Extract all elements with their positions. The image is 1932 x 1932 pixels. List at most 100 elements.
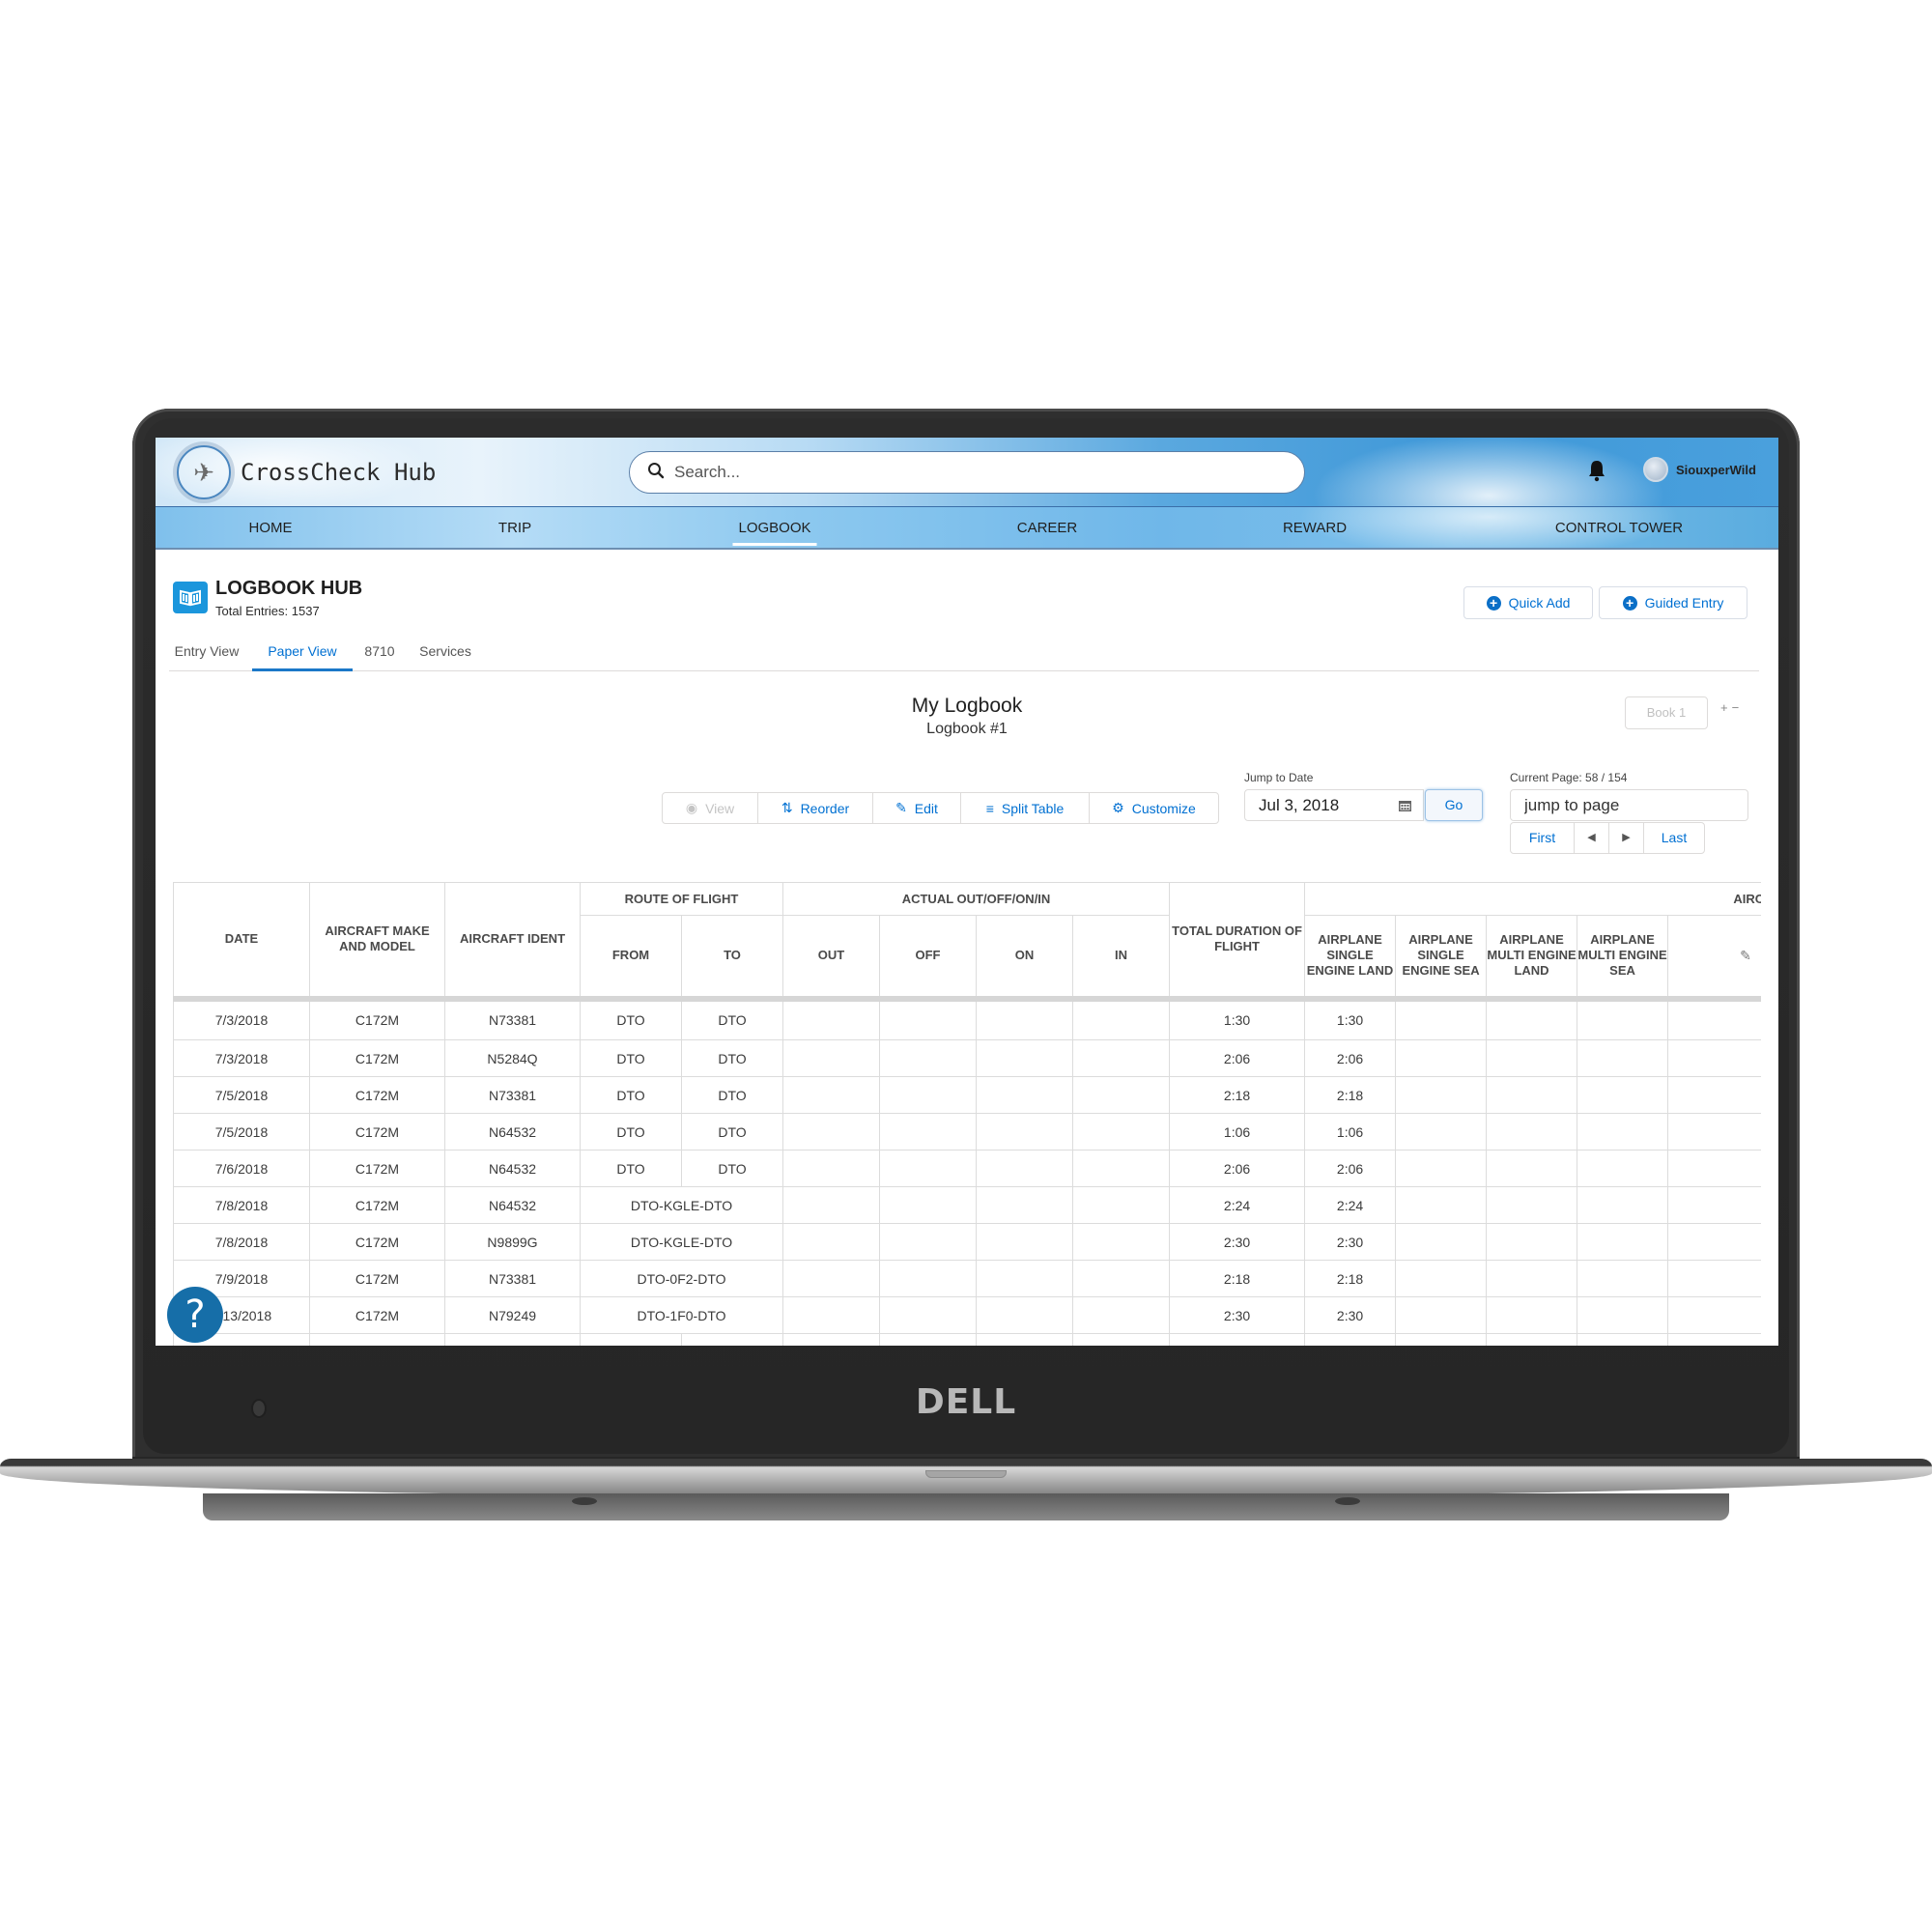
guided-entry-label: Guided Entry: [1644, 595, 1724, 611]
search-box[interactable]: [629, 451, 1305, 494]
tab-services[interactable]: Services: [414, 637, 476, 671]
last-page-button[interactable]: Last: [1644, 823, 1704, 853]
cell-off: [879, 1260, 977, 1297]
table-row[interactable]: 7/5/2018 C172M N73381 DTO DTO 2:18 2:18: [173, 1076, 1761, 1114]
header-total-duration: TOTAL DURATION OF FLIGHT: [1169, 882, 1306, 999]
cell-actions: [1667, 995, 1761, 1040]
table-row[interactable]: 7/8/2018 C172M N9899G DTO-KGLE-DTO 2:30 2:30: [173, 1223, 1761, 1261]
cell-off: [879, 1223, 977, 1261]
user-menu[interactable]: SiouxperWild: [1643, 457, 1756, 482]
screen: ✈ CrossCheck Hub SiouxperWild HOME TRIP …: [156, 438, 1778, 1346]
tab-entry-view[interactable]: Entry View: [169, 637, 244, 671]
add-book-button[interactable]: +: [1720, 700, 1732, 715]
cell-make-model: C172M: [309, 995, 445, 1040]
cell-ident: N73381: [444, 1260, 581, 1297]
cell-route: DTO-0F2-DTO: [580, 1260, 783, 1297]
jump-to-page-input[interactable]: [1510, 789, 1748, 821]
cell-empty: [1395, 1333, 1488, 1346]
nav-career[interactable]: CAREER: [1017, 507, 1078, 550]
nav-home[interactable]: HOME: [249, 507, 293, 550]
header-aircraft-category-group: AIRCRAFT CATEGO: [1304, 882, 1761, 916]
numbered-list-icon: ≡: [985, 800, 994, 816]
notification-bell-icon[interactable]: [1587, 459, 1606, 482]
laptop-base: [0, 1459, 1932, 1497]
edit-button[interactable]: ✎ Edit: [873, 793, 961, 823]
nav-reward[interactable]: REWARD: [1283, 507, 1347, 550]
cell-in: [1071, 1296, 1171, 1334]
remove-book-button[interactable]: −: [1732, 700, 1744, 715]
logbook-table: DATE AIRCRAFT MAKE AND MODEL AIRCRAFT ID…: [173, 882, 1761, 1346]
cell-ases: [1395, 1260, 1488, 1297]
cell-out: [782, 1150, 880, 1187]
cell-ases: [1395, 1113, 1488, 1151]
quick-add-button[interactable]: + Quick Add: [1463, 586, 1593, 619]
edit-label: Edit: [914, 800, 938, 816]
split-table-label: Split Table: [1001, 800, 1065, 816]
cell-from: DTO: [580, 1150, 682, 1187]
split-table-button[interactable]: ≡ Split Table: [961, 793, 1090, 823]
cell-asel: 1:06: [1304, 1113, 1397, 1151]
header-to: TO: [681, 915, 783, 999]
cell-to: DTO: [681, 1113, 783, 1151]
cell-to: DTO: [681, 1150, 783, 1187]
cell-off: [879, 1039, 977, 1077]
cell-empty: [1071, 1333, 1171, 1346]
header-ames: AIRPLANE MULTI ENGINE SEA: [1577, 915, 1669, 999]
tab-paper-view[interactable]: Paper View: [252, 637, 353, 671]
cell-total-duration: 2:30: [1169, 1223, 1306, 1261]
rubber-foot: [1335, 1497, 1360, 1505]
app-logo[interactable]: ✈ CrossCheck Hub: [177, 445, 436, 499]
nav-trip[interactable]: TRIP: [498, 507, 531, 550]
cell-asel: 2:06: [1304, 1150, 1397, 1187]
cell-out: [782, 1296, 880, 1334]
table-row[interactable]: 7/9/2018 C172M N73381 DTO-0F2-DTO 2:18 2:18: [173, 1260, 1761, 1297]
book-selector[interactable]: Book 1: [1625, 696, 1708, 729]
cell-date: 7/5/2018: [173, 1113, 310, 1151]
cell-off: [879, 995, 977, 1040]
table-row[interactable]: 7/3/2018 C172M N73381 DTO DTO 1:30 1:30: [173, 995, 1761, 1040]
cell-amel: [1486, 1296, 1578, 1334]
pencil-icon: ✎: [1740, 947, 1751, 963]
table-row[interactable]: 7/6/2018 C172M N64532 DTO DTO 2:06 2:06: [173, 1150, 1761, 1187]
cell-ases: [1395, 1150, 1488, 1187]
cell-out: [782, 995, 880, 1040]
guided-entry-button[interactable]: + Guided Entry: [1599, 586, 1747, 619]
cell-amel: [1486, 1223, 1578, 1261]
cell-in: [1071, 1186, 1171, 1224]
table-row[interactable]: 7/3/2018 C172M N5284Q DTO DTO 2:06 2:06: [173, 1039, 1761, 1077]
cell-in: [1071, 1076, 1171, 1114]
cell-ident: N5284Q: [444, 1039, 581, 1077]
cell-ident: N73381: [444, 995, 581, 1040]
table-row[interactable]: 7/13/2018 C172M N79249 DTO-1F0-DTO 2:30 2:30: [173, 1296, 1761, 1334]
view-button[interactable]: ◉ View: [663, 793, 758, 823]
date-field[interactable]: Jul 3, 2018: [1244, 789, 1424, 821]
edit-columns-button[interactable]: ✎: [1667, 915, 1761, 999]
go-button[interactable]: Go: [1425, 789, 1483, 821]
cell-total-duration: 2:24: [1169, 1186, 1306, 1224]
cell-total-duration: 2:06: [1169, 1039, 1306, 1077]
cell-ases: [1395, 1186, 1488, 1224]
next-page-button[interactable]: ▶: [1609, 823, 1644, 853]
help-button[interactable]: ?: [167, 1287, 223, 1343]
first-page-button[interactable]: First: [1511, 823, 1575, 853]
cell-make-model: C172M: [309, 1186, 445, 1224]
reorder-button[interactable]: ⇅ Reorder: [758, 793, 873, 823]
customize-button[interactable]: ⚙ Customize: [1090, 793, 1218, 823]
tab-8710[interactable]: 8710: [360, 637, 399, 671]
nav-logbook[interactable]: LOGBOOK: [732, 507, 817, 550]
nav-control-tower[interactable]: CONTROL TOWER: [1555, 507, 1683, 550]
cell-route: DTO-1F0-DTO: [580, 1296, 783, 1334]
pencil-icon: ✎: [895, 800, 907, 815]
cell-date: 7/8/2018: [173, 1223, 310, 1261]
table-row[interactable]: 7/5/2018 C172M N64532 DTO DTO 1:06 1:06: [173, 1113, 1761, 1151]
prev-page-button[interactable]: ◀: [1575, 823, 1609, 853]
avatar: [1643, 457, 1668, 482]
cell-ases: [1395, 1223, 1488, 1261]
cell-out: [782, 1113, 880, 1151]
table-row[interactable]: 7/8/2018 C172M N64532 DTO-KGLE-DTO 2:24 2:24: [173, 1186, 1761, 1224]
cell-total-duration: 2:18: [1169, 1260, 1306, 1297]
cell-ases: [1395, 1296, 1488, 1334]
search-input[interactable]: [674, 463, 1254, 482]
calendar-icon[interactable]: [1399, 799, 1411, 811]
cell-out: [782, 1260, 880, 1297]
